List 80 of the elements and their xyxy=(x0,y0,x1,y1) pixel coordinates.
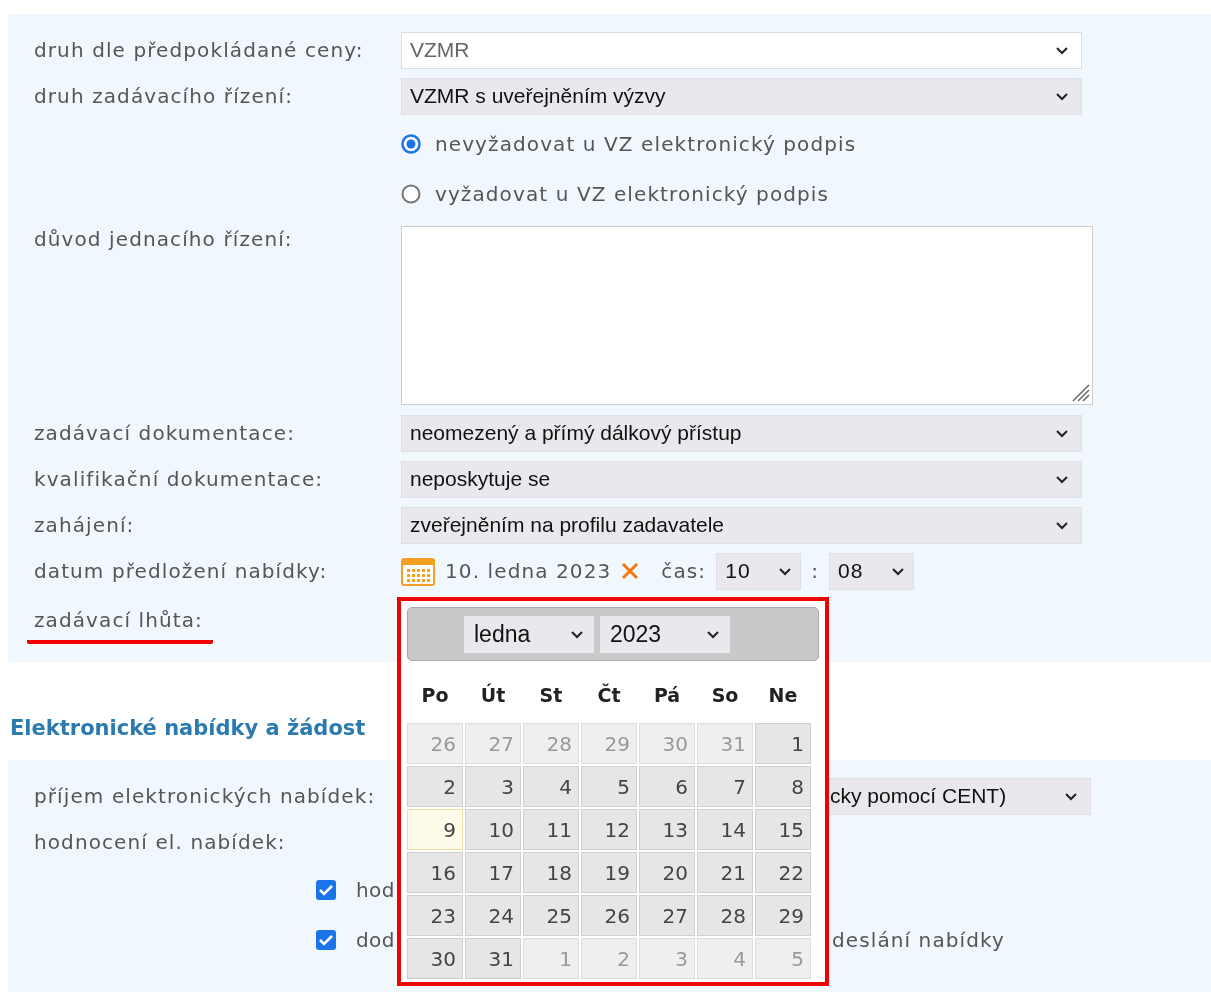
field-label: druh zadávacího řízení: xyxy=(34,84,294,108)
chevron-down-icon xyxy=(778,566,793,576)
chevron-down-icon xyxy=(570,629,584,639)
checkbox[interactable] xyxy=(315,929,337,951)
checkbox[interactable] xyxy=(315,879,337,901)
day-cell[interactable]: 7 xyxy=(697,766,753,807)
day-cell[interactable]: 21 xyxy=(697,852,753,893)
day-cell[interactable]: 2 xyxy=(407,766,463,807)
minute-select[interactable]: 08 xyxy=(828,552,914,590)
radio-button[interactable] xyxy=(401,184,421,204)
checkbox-label: hod xyxy=(356,878,395,902)
field-label: důvod jednacího řízení: xyxy=(34,227,293,251)
month-select[interactable]: ledna xyxy=(464,615,594,653)
field-label: příjem elektronických nabídek: xyxy=(34,784,376,808)
radio-label: vyžadovat u VZ elektronický podpis xyxy=(435,182,830,206)
section-heading: Elektronické nabídky a žádost xyxy=(10,716,366,740)
weekday-header: Pá xyxy=(652,683,682,708)
day-cell[interactable]: 9 xyxy=(407,809,463,850)
chevron-down-icon xyxy=(706,629,720,639)
day-cell[interactable]: 8 xyxy=(755,766,811,807)
field-label: zahájení: xyxy=(34,513,135,537)
select-field[interactable]: zveřejněním na profilu zadavatele xyxy=(401,506,1082,544)
day-cell[interactable]: 29 xyxy=(755,895,811,936)
day-cell[interactable]: 22 xyxy=(755,852,811,893)
day-cell[interactable]: 25 xyxy=(523,895,579,936)
day-cell[interactable]: 13 xyxy=(639,809,695,850)
radio-label: nevyžadovat u VZ elektronický podpis xyxy=(435,132,857,156)
select-field[interactable]: neposkytuje se xyxy=(401,460,1082,498)
chevron-down-icon xyxy=(1055,520,1069,530)
chevron-down-icon xyxy=(1055,91,1069,101)
day-cell[interactable]: 30 xyxy=(407,938,463,979)
select-field[interactable]: VZMR s uveřejněním výzvy xyxy=(401,77,1082,115)
hour-select[interactable]: 10 xyxy=(716,552,802,590)
weekday-header: So xyxy=(710,683,740,708)
day-cell[interactable]: 27 xyxy=(639,895,695,936)
chevron-down-icon xyxy=(1055,428,1069,438)
day-cell[interactable]: 5 xyxy=(581,766,637,807)
weekday-header: Út xyxy=(479,682,507,708)
field-label: zadávací dokumentace: xyxy=(34,421,295,445)
time-label: čas: xyxy=(661,559,707,583)
day-cell[interactable]: 14 xyxy=(697,809,753,850)
day-cell[interactable]: 16 xyxy=(407,852,463,893)
chevron-down-icon xyxy=(1055,45,1069,55)
weekday-header: Po xyxy=(420,683,450,708)
day-cell[interactable]: 19 xyxy=(581,852,637,893)
day-cell[interactable]: 20 xyxy=(639,852,695,893)
day-cell[interactable]: 18 xyxy=(523,852,579,893)
day-cell[interactable]: 24 xyxy=(465,895,521,936)
select-field[interactable]: neomezený a přímý dálkový přístup xyxy=(401,414,1082,452)
day-cell[interactable]: 6 xyxy=(639,766,695,807)
day-cell[interactable]: 1 xyxy=(755,723,811,764)
day-cell[interactable]: 10 xyxy=(465,809,521,850)
day-cell[interactable]: 3 xyxy=(465,766,521,807)
weekday-header: Čt xyxy=(596,682,622,708)
day-cell[interactable]: 26 xyxy=(581,895,637,936)
weekday-header: St xyxy=(538,683,564,708)
field-label: hodnocení el. nabídek: xyxy=(34,830,286,854)
day-cell[interactable]: 23 xyxy=(407,895,463,936)
radio-button[interactable] xyxy=(401,134,421,154)
field-label: datum předložení nabídky: xyxy=(34,559,328,583)
day-cell[interactable]: 28 xyxy=(697,895,753,936)
time-separator: : xyxy=(811,559,819,583)
chevron-down-icon xyxy=(1064,791,1078,801)
day-cell[interactable]: 17 xyxy=(465,852,521,893)
day-cell[interactable]: 12 xyxy=(581,809,637,850)
chevron-down-icon xyxy=(1055,474,1069,484)
day-cell[interactable]: 11 xyxy=(523,809,579,850)
day-cell[interactable]: 15 xyxy=(755,809,811,850)
chevron-down-icon xyxy=(890,566,905,576)
year-select[interactable]: 2023 xyxy=(600,615,730,653)
day-cell[interactable]: 31 xyxy=(465,938,521,979)
field-label: zadávací lhůta: xyxy=(27,608,213,644)
clear-icon[interactable] xyxy=(621,562,640,580)
field-label: kvalifikační dokumentace: xyxy=(34,467,324,491)
field-label: druh dle předpokládané ceny: xyxy=(34,38,364,62)
weekday-header: Ne xyxy=(767,683,799,708)
checkbox-label: deslání nabídky xyxy=(832,928,1005,952)
checkbox-label: dod xyxy=(356,928,395,952)
date-value: 10. ledna 2023 xyxy=(445,559,612,583)
day-cell[interactable]: 4 xyxy=(523,766,579,807)
